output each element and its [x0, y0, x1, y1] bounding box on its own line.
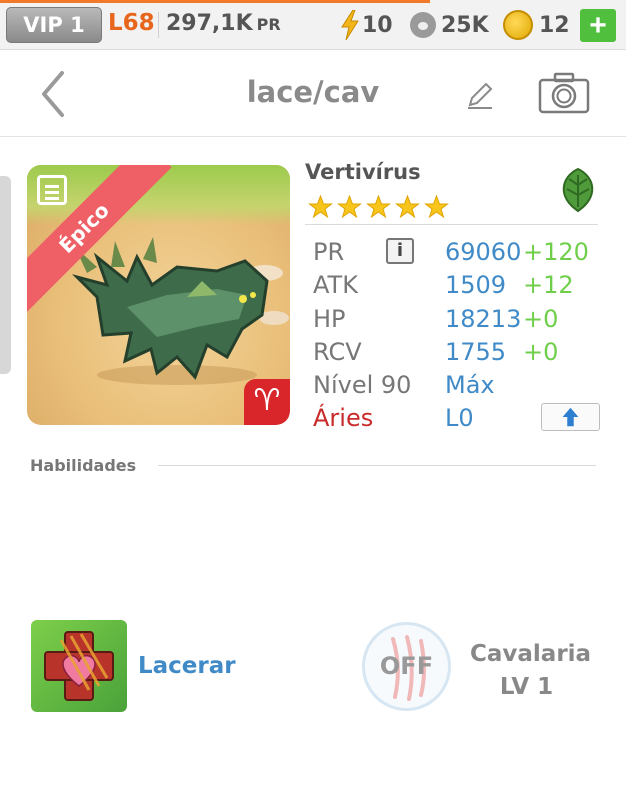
- player-level: L68: [108, 10, 155, 36]
- vip-badge[interactable]: VIP 1: [6, 7, 102, 43]
- coin-value: 12: [539, 12, 570, 38]
- total-power: 297,1K PR: [166, 11, 281, 36]
- total-power-value: 297,1K: [166, 11, 253, 36]
- stat-bonus-rcv: +0: [523, 338, 559, 366]
- paw-value: 25K: [441, 12, 489, 38]
- stat-bonus-atk: +12: [523, 271, 574, 299]
- top-progress-trim: [0, 0, 430, 3]
- abilities-title: Habilidades: [30, 456, 137, 475]
- divider: [158, 12, 159, 38]
- coin-counter[interactable]: 12: [503, 9, 570, 41]
- star-icon: [308, 195, 333, 219]
- lightning-icon: [341, 10, 359, 40]
- stats-divider: [305, 224, 598, 225]
- memo-icon[interactable]: [37, 175, 67, 205]
- skill-cavalaria-level: LV 1: [499, 674, 554, 700]
- arrow-up-icon: [562, 407, 579, 427]
- stat-value-aries: L0: [445, 404, 474, 432]
- side-pull-tab[interactable]: [0, 176, 11, 374]
- stat-label-level: Nível 90: [313, 371, 412, 399]
- stat-label-atk: ATK: [313, 271, 358, 299]
- add-coins-button[interactable]: +: [580, 9, 616, 42]
- info-button[interactable]: i: [386, 238, 414, 264]
- stat-value-atk: 1509: [445, 271, 507, 299]
- stat-label-pr: PR: [313, 238, 345, 266]
- creature-portrait-card[interactable]: Épico ♈: [27, 165, 290, 425]
- energy-counter[interactable]: 10: [340, 9, 393, 41]
- stat-bonus-hp: +0: [523, 305, 559, 333]
- star-icon: [395, 195, 420, 219]
- star-icon: [424, 195, 449, 219]
- stat-label-aries: Áries: [313, 404, 374, 432]
- creature-name: Vertivírus: [305, 160, 421, 184]
- abilities-divider: [158, 465, 596, 466]
- pencil-icon[interactable]: [464, 79, 496, 111]
- skill-cavalaria-label: Cavalaria LV 1: [470, 638, 592, 704]
- upgrade-button[interactable]: [541, 403, 600, 431]
- total-power-unit: PR: [256, 15, 281, 34]
- energy-value: 10: [362, 12, 393, 38]
- stat-label-rcv: RCV: [313, 338, 362, 366]
- skill-cavalaria-toggle[interactable]: OFF: [362, 622, 451, 711]
- page-title[interactable]: lace/cav: [0, 75, 626, 109]
- creature-detail-screen: VIP 1 L68 297,1KPR 10 25K 12 + lace/cav: [0, 0, 626, 800]
- paw-icon: [410, 12, 436, 38]
- camera-icon[interactable]: [537, 71, 591, 115]
- coin-icon: [503, 10, 533, 40]
- creature-image: [71, 237, 269, 385]
- nav-header: lace/cav: [0, 51, 626, 137]
- aries-icon: ♈: [244, 379, 290, 425]
- skill-lacerar-icon[interactable]: [31, 620, 127, 712]
- skill-lacerar-name[interactable]: Lacerar: [138, 653, 236, 679]
- stat-bonus-pr: +120: [523, 238, 589, 266]
- stat-value-rcv: 1755: [445, 338, 507, 366]
- stat-value-pr: 69060: [445, 238, 522, 266]
- stat-value-hp: 18213: [445, 305, 522, 333]
- stat-label-hp: HP: [313, 305, 346, 333]
- star-rating: [308, 195, 449, 221]
- stat-value-level: Máx: [445, 371, 495, 399]
- skill-state-label: OFF: [379, 652, 434, 680]
- skill-cavalaria-name: Cavalaria: [470, 641, 592, 667]
- status-bar: VIP 1 L68 297,1K PR 10 25K 12 +: [0, 0, 626, 50]
- wounded-heart-icon: [44, 631, 114, 701]
- star-icon: [337, 195, 362, 219]
- star-icon: [366, 195, 391, 219]
- leaf-element-icon: [562, 167, 594, 213]
- paw-counter[interactable]: 25K: [410, 9, 489, 41]
